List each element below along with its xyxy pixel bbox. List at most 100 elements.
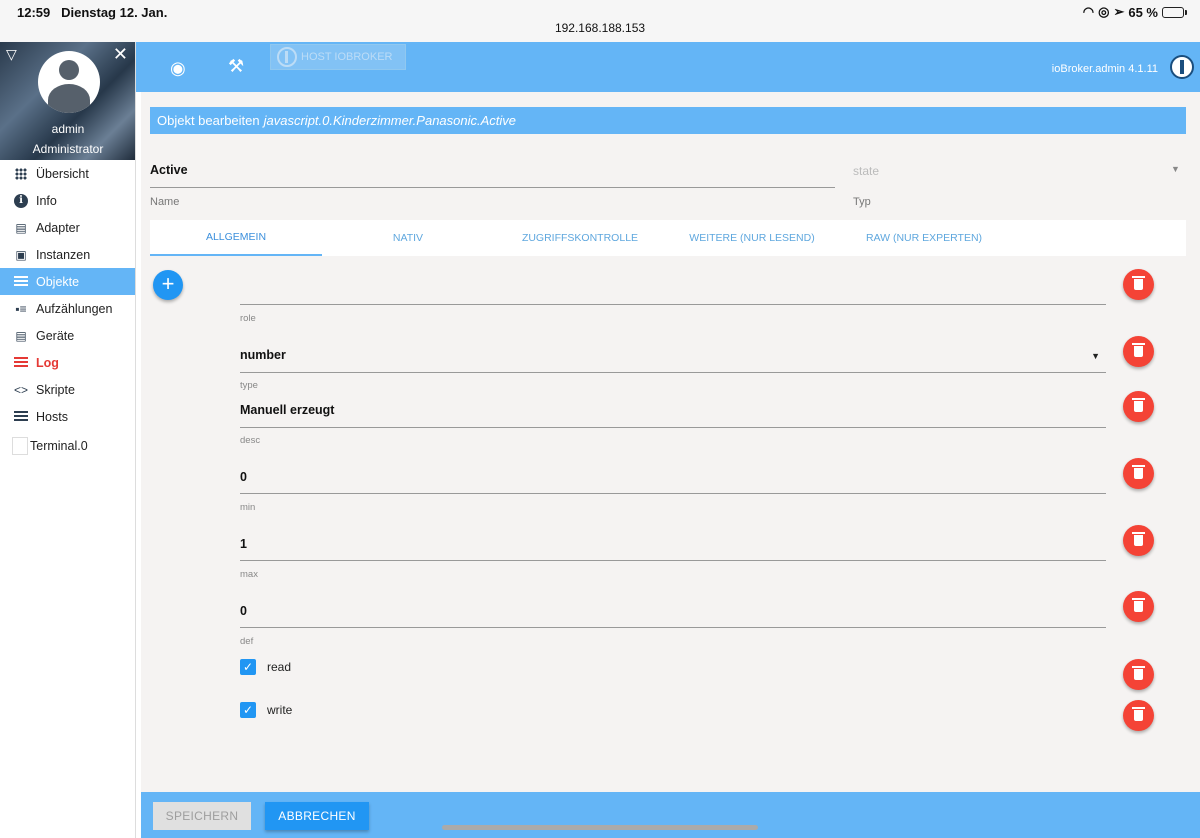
eye-icon[interactable]: ◉ (170, 58, 186, 79)
trash-icon (1132, 398, 1145, 400)
address-bar-url[interactable]: 192.168.188.153 (0, 21, 1200, 35)
admin-version: ioBroker.admin 4.1.11 (1051, 63, 1158, 75)
home-indicator[interactable] (442, 825, 758, 830)
min-label: min (240, 502, 256, 513)
trash-icon (1132, 707, 1145, 709)
tab-allgemein[interactable]: ALLGEMEIN (150, 220, 322, 256)
sidebar-item-log[interactable]: Log (0, 349, 135, 376)
sidebar-item-hosts[interactable]: Hosts (0, 403, 135, 430)
host-selector-button[interactable]: HOST IOBROKER (270, 44, 406, 70)
list-icon (13, 275, 29, 289)
delete-desc-button[interactable] (1123, 391, 1154, 422)
role-field[interactable]: role (240, 280, 1106, 330)
app-toolbar: ◉ ⚒ HOST IOBROKER ioBroker.admin 4.1.11 (136, 42, 1200, 92)
min-field[interactable]: 0 min (240, 470, 1106, 520)
desc-field[interactable]: Manuell erzeugt desc (240, 403, 1106, 453)
sidebar-item-label: Info (36, 193, 57, 208)
sidebar-item-uebersicht[interactable]: Übersicht (0, 160, 135, 187)
avatar (38, 51, 100, 113)
page-title: Objekt bearbeiten javascript.0.Kinderzim… (150, 107, 1186, 134)
name-field-underline (150, 187, 835, 188)
sidebar-item-adapter[interactable]: ▤ Adapter (0, 214, 135, 241)
max-value[interactable]: 1 (240, 537, 247, 551)
trash-icon (1132, 666, 1145, 668)
delete-write-button[interactable] (1123, 700, 1154, 731)
read-checkbox[interactable]: ✓ (240, 659, 256, 675)
tab-weitere[interactable]: WEITERE (NUR LESEND) (666, 220, 838, 256)
delete-role-button[interactable] (1123, 269, 1154, 300)
menu-toggle-icon[interactable]: ▽ (6, 46, 17, 63)
object-editor: Objekt bearbeiten javascript.0.Kinderzim… (141, 92, 1200, 792)
page-title-prefix: Objekt bearbeiten (157, 113, 260, 128)
cancel-button[interactable]: ABBRECHEN (265, 802, 369, 830)
iobroker-logo-icon (1170, 55, 1194, 79)
tab-zugriffskontrolle[interactable]: ZUGRIFFSKONTROLLE (494, 220, 666, 256)
sidebar-item-objekte[interactable]: Objekte (0, 268, 135, 295)
max-field[interactable]: 1 max (240, 537, 1106, 587)
save-button[interactable]: SPEICHERN (153, 802, 251, 830)
read-checkbox-row[interactable]: ✓ read (240, 659, 291, 675)
name-field-label: Name (150, 196, 180, 208)
status-time: 12:59 Dienstag 12. Jan. (17, 5, 168, 20)
sidebar-item-instanzen[interactable]: ▣ Instanzen (0, 241, 135, 268)
type-select[interactable]: state (853, 164, 879, 178)
sidebar: ▽ ✕ admin Administrator Übersicht i Info… (0, 42, 136, 838)
def-value[interactable]: 0 (240, 604, 247, 618)
add-attribute-button[interactable]: + (153, 270, 183, 300)
tab-raw[interactable]: RAW (NUR EXPERTEN) (838, 220, 1010, 256)
delete-read-button[interactable] (1123, 659, 1154, 690)
sidebar-item-label: Aufzählungen (36, 301, 113, 316)
user-role: Administrator (32, 142, 104, 156)
chevron-down-icon[interactable]: ▼ (1171, 164, 1180, 174)
tab-nativ[interactable]: NATIV (322, 220, 494, 256)
delete-type-button[interactable] (1123, 336, 1154, 367)
sidebar-item-label: Geräte (36, 328, 75, 343)
hosts-icon (13, 410, 29, 424)
desc-value[interactable]: Manuell erzeugt (240, 403, 334, 417)
type-field[interactable]: number ▼ type (240, 347, 1106, 397)
info-icon: i (13, 193, 29, 208)
host-selector-label: HOST IOBROKER (301, 51, 393, 63)
sidebar-item-label: Terminal.0 (30, 439, 88, 453)
write-checkbox-row[interactable]: ✓ write (240, 702, 292, 718)
sidebar-item-skripte[interactable]: <> Skripte (0, 376, 135, 403)
log-icon (13, 356, 29, 370)
devices-icon: ▤ (15, 328, 27, 343)
trash-icon (1132, 598, 1145, 600)
wifi-icon: ◠ (1082, 4, 1095, 19)
min-value[interactable]: 0 (240, 470, 247, 484)
store-icon: ▤ (15, 220, 27, 235)
iobroker-logo-icon (277, 47, 297, 67)
type-select-label: Typ (853, 196, 871, 208)
delete-max-button[interactable] (1123, 525, 1154, 556)
sidebar-item-info[interactable]: i Info (0, 187, 135, 214)
sidebar-item-label: Adapter (36, 220, 80, 235)
max-label: max (240, 569, 258, 580)
editor-action-bar: SPEICHERN ABBRECHEN (141, 792, 1200, 838)
role-label: role (240, 313, 256, 324)
sidebar-nav: Übersicht i Info ▤ Adapter ▣ Instanzen O… (0, 160, 135, 462)
close-icon[interactable]: ✕ (113, 44, 128, 65)
apps-grid-icon (13, 167, 29, 181)
trash-icon (1132, 532, 1145, 534)
read-label: read (267, 660, 292, 674)
sidebar-item-aufzaehlungen[interactable]: ▪≡ Aufzählungen (0, 295, 135, 322)
location-icon: ➢ (1113, 4, 1125, 19)
enums-icon: ▪≡ (15, 301, 27, 316)
chevron-down-icon[interactable]: ▼ (1091, 351, 1100, 361)
write-checkbox[interactable]: ✓ (240, 702, 256, 718)
type-value[interactable]: number (240, 348, 286, 362)
user-profile: ▽ ✕ admin Administrator (0, 42, 135, 160)
delete-min-button[interactable] (1123, 458, 1154, 489)
sidebar-item-terminal[interactable]: Terminal.0 (0, 430, 135, 462)
sidebar-item-geraete[interactable]: ▤ Geräte (0, 322, 135, 349)
name-field[interactable]: Active (150, 163, 188, 177)
status-bar: 12:59 Dienstag 12. Jan. 192.168.188.153 … (0, 0, 1200, 42)
type-label: type (240, 380, 258, 391)
sidebar-item-label: Skripte (36, 382, 75, 397)
delete-def-button[interactable] (1123, 591, 1154, 622)
battery-percent: 65 % (1128, 4, 1158, 20)
wrench-icon[interactable]: ⚒ (228, 56, 244, 77)
desc-label: desc (240, 435, 261, 446)
def-field[interactable]: 0 def (240, 604, 1106, 654)
